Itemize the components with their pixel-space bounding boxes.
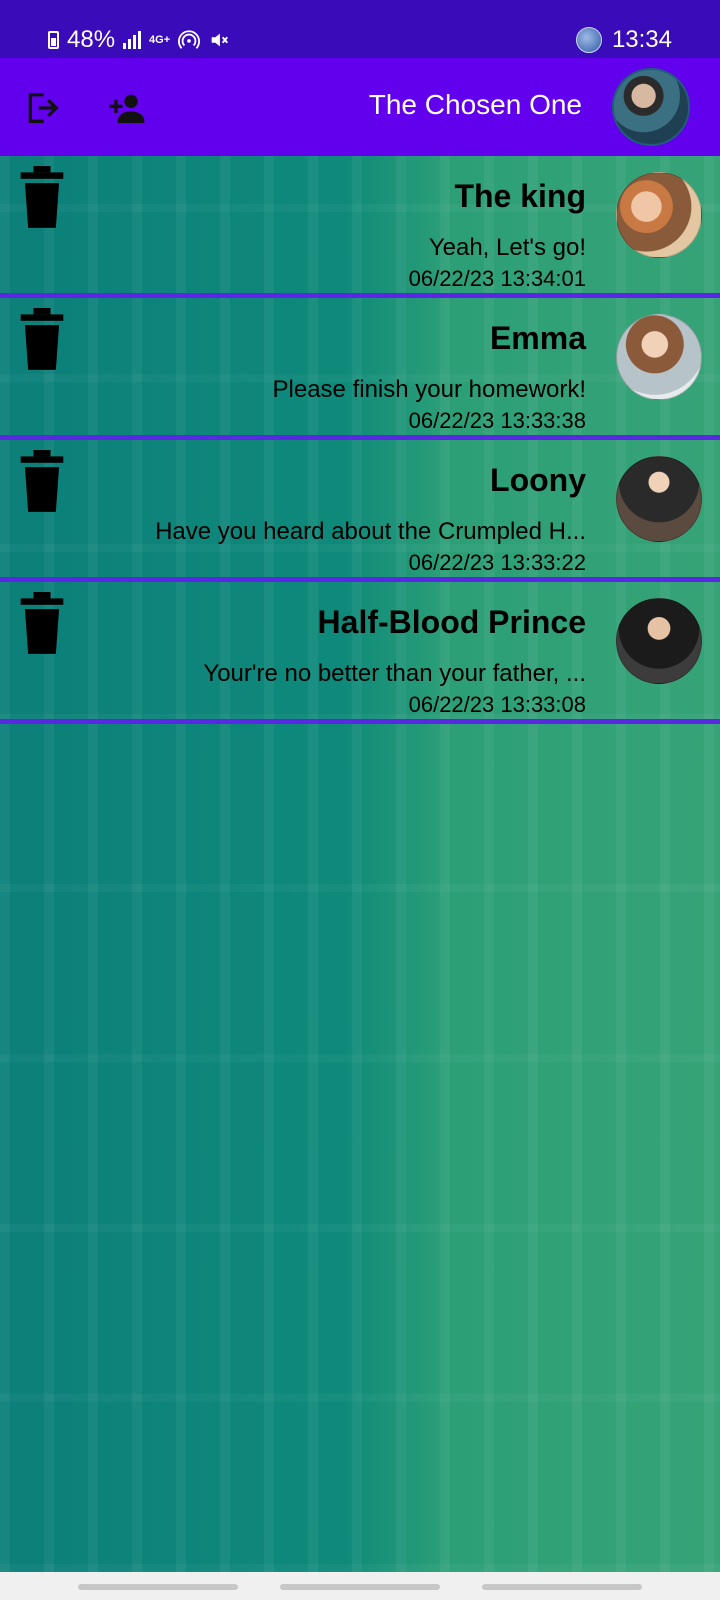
contact-avatar [616, 456, 702, 542]
app-bar: The Chosen One [0, 58, 720, 156]
last-message: Your're no better than your father, ... [203, 660, 586, 687]
contact-name: The king [454, 178, 586, 214]
profile-avatar[interactable] [612, 68, 690, 146]
battery-level: 48% [67, 26, 116, 53]
contact-name: Half-Blood Prince [317, 604, 586, 640]
last-message: Yeah, Let's go! [428, 234, 586, 261]
battery-icon [48, 31, 59, 49]
status-right: 13:34 [575, 26, 672, 54]
back-button[interactable] [482, 1584, 642, 1590]
status-left: 48% 4G+ [48, 26, 230, 54]
status-bar: 48% 4G+ 13:34 [0, 0, 720, 58]
last-message: Have you heard about the Crumpled H... [155, 518, 586, 545]
timestamp: 06/22/23 13:33:38 [408, 408, 586, 433]
system-nav-bar [0, 1572, 720, 1600]
mute-icon [211, 33, 229, 47]
logout-icon[interactable] [22, 88, 62, 128]
delete-icon[interactable] [16, 166, 68, 230]
recent-apps-button[interactable] [78, 1584, 238, 1590]
home-button[interactable] [280, 1584, 440, 1590]
delete-icon[interactable] [16, 450, 68, 514]
signal-icon [123, 31, 142, 49]
contact-name: Loony [490, 462, 586, 498]
chat-item-emma[interactable]: Emma Please finish your homework! 06/22/… [0, 298, 720, 440]
delete-icon[interactable] [16, 592, 68, 656]
app-title: The Chosen One [368, 89, 582, 120]
clock: 13:34 [611, 26, 672, 53]
last-message: Please finish your homework! [272, 376, 586, 403]
delete-icon[interactable] [16, 308, 68, 372]
chat-item-loony[interactable]: Loony Have you heard about the Crumpled … [0, 440, 720, 582]
timestamp: 06/22/23 13:33:08 [408, 692, 586, 717]
chat-list: The king Yeah, Let's go! 06/22/23 13:34:… [0, 156, 720, 724]
contact-name: Emma [489, 320, 586, 356]
chat-item-the-king[interactable]: The king Yeah, Let's go! 06/22/23 13:34:… [0, 156, 720, 298]
hotspot-icon [178, 30, 201, 49]
contact-avatar [616, 598, 702, 684]
add-user-icon[interactable] [106, 88, 146, 128]
contact-avatar [616, 314, 702, 400]
chat-item-half-blood-prince[interactable]: Half-Blood Prince Your're no better than… [0, 582, 720, 724]
network-type: 4G+ [149, 34, 171, 46]
timestamp: 06/22/23 13:33:22 [408, 550, 586, 575]
chat-list-screen: The king Yeah, Let's go! 06/22/23 13:34:… [0, 156, 720, 1572]
contact-avatar [616, 172, 702, 258]
timestamp: 06/22/23 13:34:01 [408, 266, 586, 291]
notification-icon [575, 27, 602, 53]
